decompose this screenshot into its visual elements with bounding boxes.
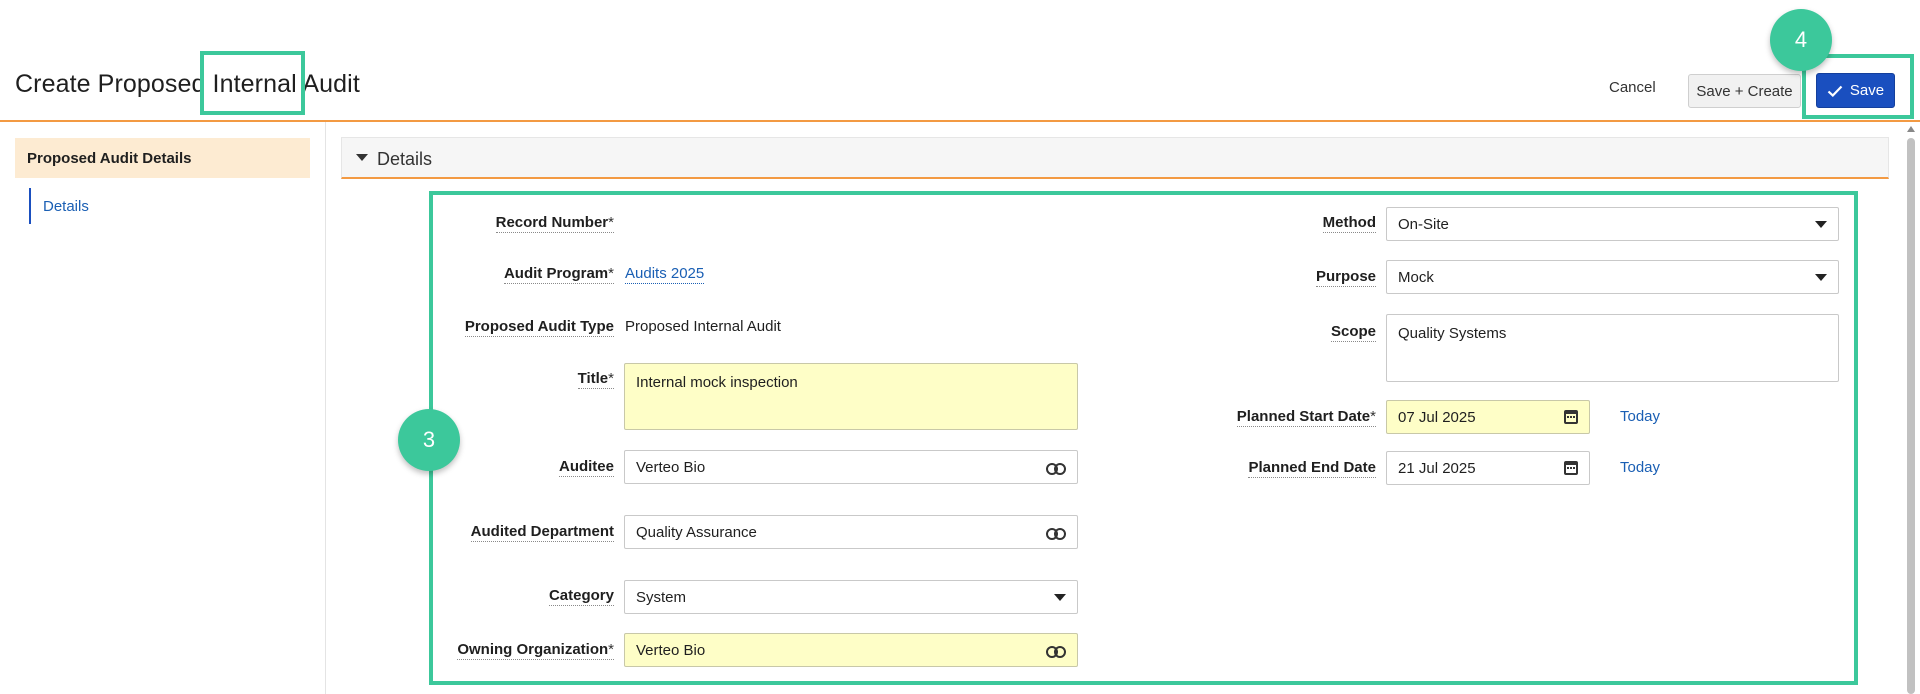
cancel-button[interactable]: Cancel <box>1609 79 1656 96</box>
sidebar-section-proposed-audit-details[interactable]: Proposed Audit Details <box>15 138 310 178</box>
annotation-badge-3: 3 <box>398 409 460 471</box>
page-title: Create Proposed Internal Audit <box>15 70 360 98</box>
sidebar-item-details[interactable]: Details <box>29 188 89 224</box>
section-title: Details <box>377 149 433 169</box>
sidebar: Proposed Audit Details Details <box>0 122 326 694</box>
annotation-box-3 <box>429 191 1858 685</box>
details-section-header[interactable]: Details <box>341 137 1889 179</box>
caret-down-icon <box>356 154 368 161</box>
scroll-up-arrow-icon[interactable] <box>1907 126 1915 132</box>
annotation-badge-4: 4 <box>1770 9 1832 71</box>
scrollbar-thumb[interactable] <box>1907 138 1915 694</box>
annotation-box-title-word <box>200 51 305 115</box>
save-create-button[interactable]: Save + Create <box>1688 74 1801 108</box>
